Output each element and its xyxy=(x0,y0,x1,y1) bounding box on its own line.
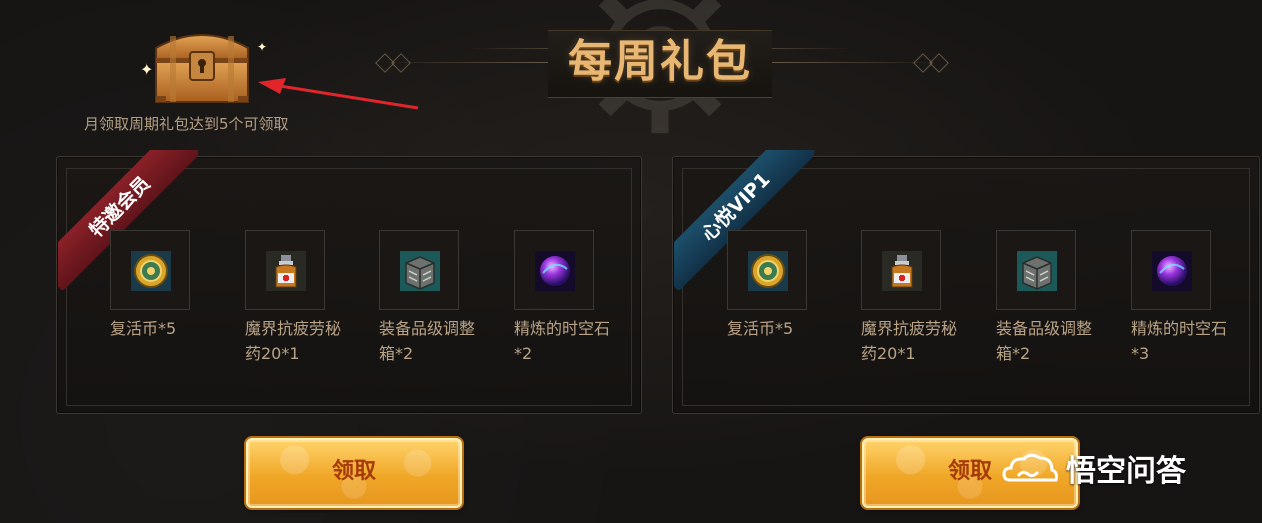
cloud-logo-icon xyxy=(1002,453,1058,482)
item-slot xyxy=(379,230,459,310)
item-slot xyxy=(861,230,941,310)
item-slot xyxy=(1131,230,1211,310)
red-arrow-annotation-icon xyxy=(258,78,419,110)
revive-coin-icon xyxy=(131,251,171,291)
gift-item-fatigue-potion[interactable]: 魔界抗疲劳秘药20*1 xyxy=(245,230,365,370)
chest-requirement-note: 月领取周期礼包达到5个可领取 xyxy=(84,115,289,133)
item-name: 魔界抗疲劳秘药20*1 xyxy=(245,319,342,363)
item-name: 复活币*5 xyxy=(110,319,177,338)
item-name: 精炼的时空石*3 xyxy=(1131,319,1228,363)
item-slot xyxy=(514,230,594,310)
equipment-grade-box-icon xyxy=(400,251,440,291)
refined-spacetime-stone-icon xyxy=(1152,251,1192,291)
item-slot xyxy=(245,230,325,310)
gift-item-equipment-grade-box[interactable]: 装备品级调整箱*2 xyxy=(379,230,499,370)
revive-coin-icon xyxy=(748,251,788,291)
title-ornament-icon xyxy=(391,53,411,73)
gift-item-refined-spacetime-stone[interactable]: 精炼的时空石*3 xyxy=(1131,230,1251,370)
item-name: 复活币*5 xyxy=(727,319,794,338)
gift-item-equipment-grade-box[interactable]: 装备品级调整箱*2 xyxy=(996,230,1116,370)
watermark: 悟空问答 xyxy=(1000,450,1250,494)
page-title: 每周礼包 xyxy=(568,36,752,87)
item-slot xyxy=(996,230,1076,310)
title-divider-left xyxy=(470,48,560,49)
gift-item-refined-spacetime-stone[interactable]: 精炼的时空石*2 xyxy=(514,230,634,370)
claim-button-invited-member[interactable]: 领取 xyxy=(246,438,462,508)
item-slot xyxy=(110,230,190,310)
sparkle-icon: ✦ xyxy=(257,40,268,54)
item-name: 装备品级调整箱*2 xyxy=(996,319,1093,363)
gift-item-revive-coin[interactable]: 复活币*5 xyxy=(727,230,847,370)
refined-spacetime-stone-icon xyxy=(535,251,575,291)
sparkle-icon: ✦ xyxy=(140,60,154,79)
equipment-grade-box-icon xyxy=(1017,251,1057,291)
treasure-chest-icon[interactable] xyxy=(148,26,256,106)
title-ornament-icon xyxy=(929,53,949,73)
item-slot xyxy=(727,230,807,310)
fatigue-potion-icon xyxy=(266,251,306,291)
item-name: 魔界抗疲劳秘药20*1 xyxy=(861,319,958,363)
title-divider-right xyxy=(760,48,850,49)
gift-item-revive-coin[interactable]: 复活币*5 xyxy=(110,230,230,370)
item-name: 装备品级调整箱*2 xyxy=(379,319,476,363)
fatigue-potion-icon xyxy=(882,251,922,291)
watermark-text: 悟空问答 xyxy=(1066,454,1186,489)
gift-item-fatigue-potion[interactable]: 魔界抗疲劳秘药20*1 xyxy=(861,230,981,370)
item-name: 精炼的时空石*2 xyxy=(514,319,611,363)
